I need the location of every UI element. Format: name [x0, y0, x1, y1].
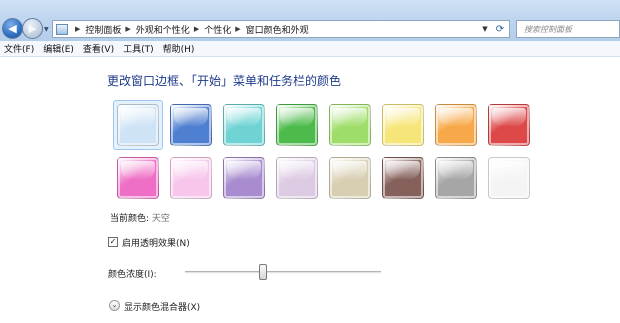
color-intensity-slider-thumb[interactable]: [259, 264, 268, 280]
refresh-icon[interactable]: ⟳: [493, 21, 507, 37]
current-color-row: 当前颜色: 天空: [110, 211, 170, 224]
color-swatch-leaf[interactable]: [276, 104, 318, 146]
address-history-dropdown-icon[interactable]: ▼: [479, 21, 491, 37]
color-swatch-sky[interactable]: [117, 104, 159, 146]
menu-tools[interactable]: 工具(T): [123, 42, 154, 55]
color-swatch-violet[interactable]: [223, 157, 265, 199]
search-placeholder: 搜索控制面板: [524, 24, 572, 34]
color-swatch-slate[interactable]: [435, 157, 477, 199]
color-swatch-chocolate[interactable]: [382, 157, 424, 199]
color-swatch-twilight[interactable]: [170, 104, 212, 146]
color-swatch-sea[interactable]: [223, 104, 265, 146]
navigation-bar: ◀ ▶ ▼ ▶ 控制面板 ▶ 外观和个性化 ▶ 个性化 ▶ 窗口颜色和外观 ▼ …: [0, 0, 620, 41]
address-bar[interactable]: ▶ 控制面板 ▶ 外观和个性化 ▶ 个性化 ▶ 窗口颜色和外观 ▼ ⟳: [52, 20, 510, 38]
menu-help[interactable]: 帮助(H): [163, 42, 195, 55]
color-swatch-lavender[interactable]: [276, 157, 318, 199]
menu-edit[interactable]: 编辑(E): [43, 42, 74, 55]
search-input[interactable]: 搜索控制面板: [516, 20, 620, 38]
breadcrumb-window-color[interactable]: 窗口颜色和外观: [246, 23, 309, 36]
color-intensity-slider-track[interactable]: [185, 271, 381, 274]
back-arrow-icon: ◀: [8, 22, 17, 35]
current-color-label: 当前颜色:: [110, 214, 150, 224]
color-swatch-frost[interactable]: [488, 157, 530, 199]
transparency-label[interactable]: 启用透明效果(N): [122, 236, 190, 249]
breadcrumb-control-panel[interactable]: 控制面板: [85, 23, 121, 36]
show-color-mixer-label[interactable]: 显示颜色混合器(X): [124, 300, 200, 313]
current-color-value: 天空: [151, 214, 170, 224]
menu-bar: 文件(F) 编辑(E) 查看(V) 工具(T) 帮助(H): [0, 41, 620, 57]
breadcrumb-separator-icon[interactable]: ▶: [235, 25, 240, 33]
recent-pages-dropdown-icon[interactable]: ▼: [44, 26, 49, 33]
color-swatch-lemon[interactable]: [382, 104, 424, 146]
color-swatch-lime[interactable]: [329, 104, 371, 146]
menu-file[interactable]: 文件(F): [4, 42, 34, 55]
chevron-down-icon: ⌄: [111, 301, 118, 309]
forward-button[interactable]: ▶: [22, 18, 43, 39]
color-intensity-label: 颜色浓度(I):: [108, 270, 157, 280]
control-panel-icon: [56, 23, 68, 35]
breadcrumb-separator-icon[interactable]: ▶: [194, 25, 199, 33]
menu-view[interactable]: 查看(V): [83, 42, 114, 55]
color-swatch-taupe[interactable]: [329, 157, 371, 199]
back-button[interactable]: ◀: [2, 18, 23, 39]
breadcrumb-separator-icon[interactable]: ▶: [125, 25, 130, 33]
expand-mixer-button[interactable]: ⌄: [109, 300, 120, 311]
color-swatch-fuchsia[interactable]: [117, 157, 159, 199]
transparency-checkbox[interactable]: ✓: [108, 237, 118, 247]
breadcrumb-separator-icon[interactable]: ▶: [75, 25, 80, 33]
breadcrumb-appearance[interactable]: 外观和个性化: [136, 23, 190, 36]
color-swatch-ruby[interactable]: [488, 104, 530, 146]
color-swatch-pumpkin[interactable]: [435, 104, 477, 146]
page-title: 更改窗口边框、「开始」菜单和任务栏的颜色: [107, 74, 342, 88]
color-swatch-blush[interactable]: [170, 157, 212, 199]
forward-arrow-icon: ▶: [28, 22, 37, 35]
breadcrumb-personalization[interactable]: 个性化: [204, 23, 231, 36]
